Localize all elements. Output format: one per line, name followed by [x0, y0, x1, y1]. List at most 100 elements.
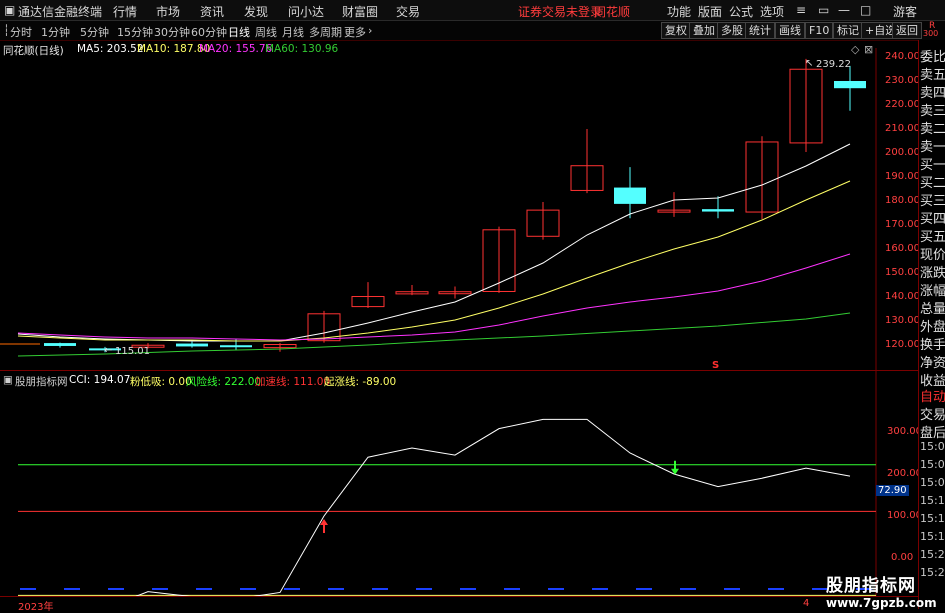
high-arrow-icon: ↖ [805, 58, 814, 69]
volume-dash [196, 588, 212, 590]
watermark-url: www.7gpzb.com [826, 596, 937, 610]
period-15min[interactable]: 15分钟 [117, 24, 153, 40]
volume-dash [284, 588, 300, 590]
high-price-note: 239.22 [816, 59, 851, 70]
volume-dash [240, 588, 256, 590]
broker-name[interactable]: 同花顺 [594, 3, 630, 20]
y-label-200: 200.00 [885, 147, 920, 158]
watermark: 股朋指标网 www.7gpzb.com [826, 571, 944, 610]
indicator-pane[interactable]: ▣ 股朋指标网 CCI: 194.07 粉低吸: 0.00 风险线: 222.0… [0, 371, 922, 596]
label-bid5: 买五 [920, 230, 945, 245]
y-label-230: 230.00 [885, 75, 920, 86]
ind-y-label-0: 0.00 [891, 552, 914, 563]
y-label-130: 130.00 [885, 315, 920, 326]
period-monthly[interactable]: 月线 [282, 24, 304, 40]
candle-body-down [176, 343, 208, 347]
time-axis: 2023年 4 [0, 596, 918, 613]
button-multi-stock[interactable]: 多股 [717, 22, 747, 39]
image-icon[interactable]: ▭ [818, 3, 829, 17]
button-draw[interactable]: 画线 [775, 22, 805, 39]
minimize-icon[interactable]: — [838, 3, 850, 17]
time-152x: 15:2x [920, 548, 945, 561]
volume-dash [64, 588, 80, 590]
label-change: 涨跌 [920, 266, 945, 281]
right-quote-panel[interactable]: R 300 委比 卖五 卖四 卖三 卖二 卖一 买一 买二 买三 买四 买五 现… [918, 21, 945, 609]
period-weekly[interactable]: 周线 [255, 24, 277, 40]
period-1min[interactable]: 1分钟 [41, 24, 70, 40]
y-label-120: 120.00 [885, 339, 920, 350]
period-30min[interactable]: 30分钟 [154, 24, 190, 40]
period-minute[interactable]: 分时 [10, 24, 32, 40]
period-multi[interactable]: 多周期 [309, 24, 342, 40]
ind-y-label-100: 100.00 [887, 510, 922, 521]
label-ask5: 卖五 [920, 68, 945, 83]
y-label-140: 140.00 [885, 291, 920, 302]
period-60min[interactable]: 60分钟 [191, 24, 227, 40]
period-more[interactable]: 更多 [344, 24, 366, 40]
candle-body-down [834, 81, 866, 89]
button-back[interactable]: 返回 [892, 22, 922, 39]
volume-dash [416, 588, 432, 590]
period-toolbar: ┆ 分时 1分钟 5分钟 15分钟 30分钟 60分钟 日线 周线 月线 多周期… [0, 21, 945, 41]
menu-item-options[interactable]: 选项 [760, 3, 784, 20]
y-label-220: 220.00 [885, 99, 920, 110]
y-label-170: 170.00 [885, 219, 920, 230]
menu-item-formula[interactable]: 公式 [729, 3, 753, 20]
volume-dash [768, 588, 784, 590]
menu-bar: ▣ 通达信金融终端 行情 市场 资讯 发现 问小达 财富圈 交易 证券交易未登录… [0, 0, 945, 21]
volume-dash [372, 588, 388, 590]
label-order-ratio: 委比 [920, 50, 945, 65]
candle-body-down [702, 209, 734, 212]
label-after-hours[interactable]: 盘后 [920, 422, 945, 441]
time-1509: 15:09 [920, 476, 945, 489]
user-guest[interactable]: 游客 [893, 3, 917, 20]
label-ask2: 卖二 [920, 122, 945, 137]
app-logo-icon: ▣ [4, 3, 16, 17]
menu-item-discover[interactable]: 发现 [244, 3, 268, 20]
button-adjust[interactable]: 复权 [661, 22, 691, 39]
label-auto[interactable]: 自动 [920, 386, 945, 405]
label-bid2: 买二 [920, 176, 945, 191]
time-1514: 15:14 [920, 530, 945, 543]
trade-login-notice[interactable]: 证券交易未登录 [518, 3, 602, 20]
menu-item-wealth[interactable]: 财富圈 [342, 3, 378, 20]
volume-dash [724, 588, 740, 590]
menu-item-function[interactable]: 功能 [667, 3, 691, 20]
menu-item-trade[interactable]: 交易 [396, 3, 420, 20]
more-chevron-icon[interactable]: › [368, 24, 372, 37]
time-1505: 15:05 [920, 440, 945, 453]
menu-item-ask[interactable]: 问小达 [288, 3, 324, 20]
label-ask4: 卖四 [920, 86, 945, 101]
menu-item-markets[interactable]: 市场 [156, 3, 180, 20]
label-outer: 外盘 [920, 320, 945, 335]
menu-item-news[interactable]: 资讯 [200, 3, 224, 20]
y-label-150: 150.00 [885, 267, 920, 278]
label-trade[interactable]: 交易 [920, 404, 945, 423]
ind-y-label-300: 300.00 [887, 426, 922, 437]
maximize-icon[interactable]: □ [860, 3, 871, 17]
volume-dash [108, 588, 124, 590]
ma5-line [17, 143, 851, 342]
main-kline-chart[interactable]: 同花顺(日线) MA5: 203.52 MA10: 187.80 MA20: 1… [0, 40, 920, 398]
low-price-note: 115.01 [115, 346, 150, 357]
button-mark[interactable]: 标记 [833, 22, 863, 39]
volume-dash [504, 588, 520, 590]
period-5min[interactable]: 5分钟 [80, 24, 109, 40]
label-volume: 总量 [920, 302, 945, 317]
cci-line [135, 418, 851, 596]
menu-item-layout[interactable]: 版面 [698, 3, 722, 20]
period-daily[interactable]: 日线 [228, 24, 250, 40]
y-label-210: 210.00 [885, 123, 920, 134]
y-label-180: 180.00 [885, 195, 920, 206]
menu-item-market[interactable]: 行情 [113, 3, 137, 20]
volume-dash [592, 588, 608, 590]
button-statistics[interactable]: 统计 [745, 22, 775, 39]
volume-dash [636, 588, 652, 590]
label-bid4: 买四 [920, 212, 945, 227]
button-overlay[interactable]: 叠加 [689, 22, 719, 39]
button-f10[interactable]: F10 [805, 22, 834, 39]
app-title: 通达信金融终端 [18, 5, 103, 19]
low-arrow-icon: ← [104, 345, 113, 356]
label-change-pct: 涨幅 [920, 284, 945, 299]
hamburger-icon[interactable]: ≡ [796, 3, 806, 17]
